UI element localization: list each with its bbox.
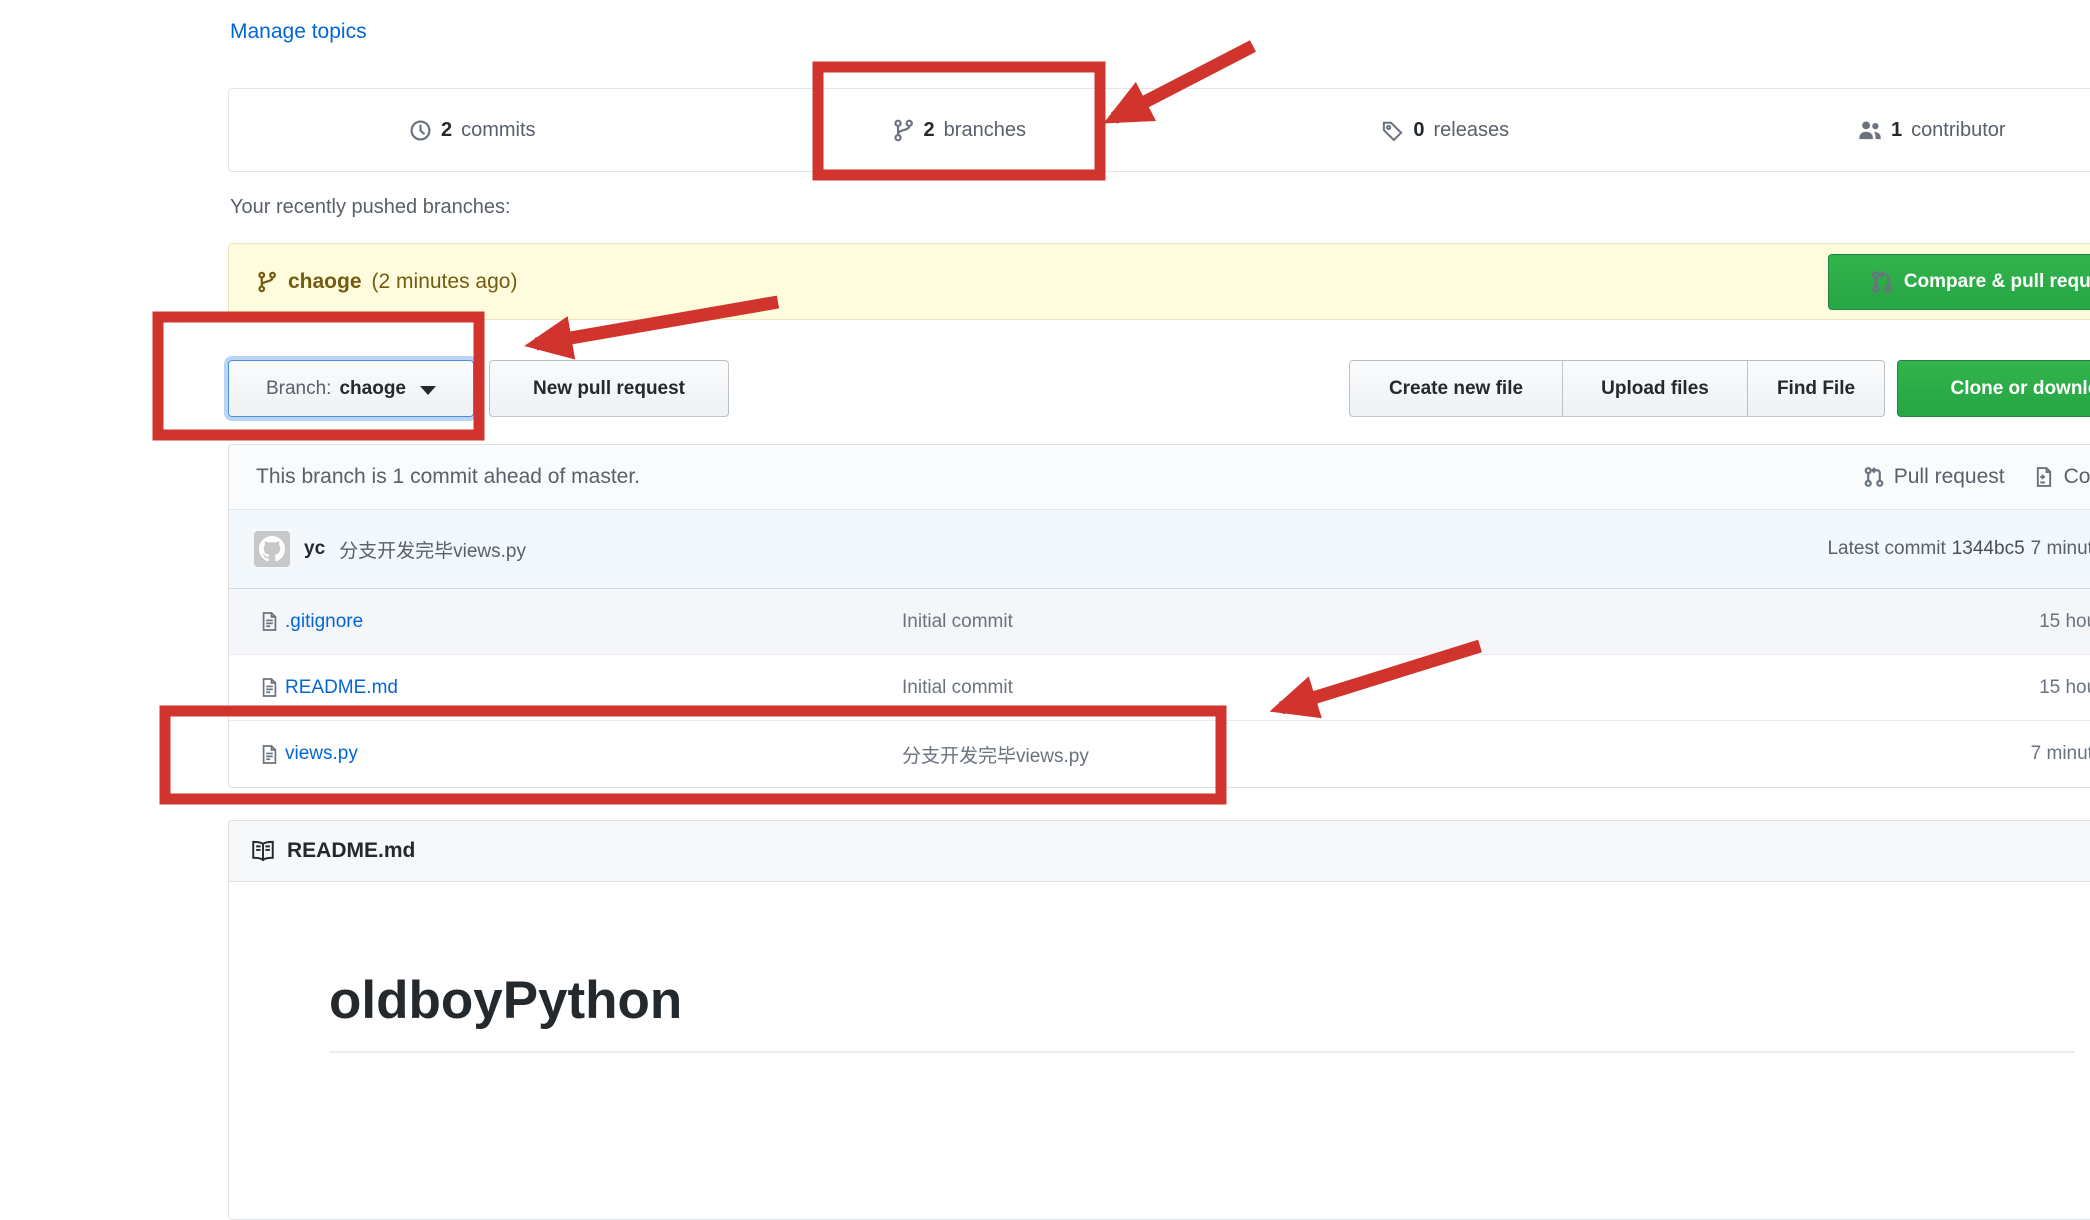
pushed-branch-name[interactable]: chaoge: [288, 270, 362, 294]
file-name-link[interactable]: README.md: [285, 677, 398, 698]
people-icon: [1858, 118, 1882, 142]
readme-section: README.md oldboyPython: [228, 820, 2090, 1220]
git-branch-icon: [256, 271, 278, 293]
recently-pushed-heading: Your recently pushed branches:: [230, 196, 511, 219]
latest-commit-meta: Latest commit 1344bc5 7 minutes ago: [1827, 538, 2090, 560]
commit-author[interactable]: yc: [304, 538, 325, 560]
stat-label: commits: [461, 119, 535, 142]
new-pull-request-button[interactable]: New pull request: [489, 360, 729, 417]
branch-selector-label: Branch:: [266, 378, 331, 400]
latest-commit-label: Latest commit: [1827, 538, 1945, 560]
readme-heading: oldboyPython: [329, 970, 2075, 1053]
compare-pull-request-label: Compare & pull request: [1904, 271, 2090, 293]
stat-commits[interactable]: 2 commits: [229, 89, 716, 171]
file-row: views.py 分支开发完毕views.py 7 minutes ago: [229, 721, 2090, 787]
file-toolbar: Create new file Upload files Find File C…: [1349, 360, 2090, 417]
latest-commit-time: 7 minutes ago: [2031, 538, 2090, 560]
stat-count: 1: [1891, 119, 1902, 142]
tag-icon: [1381, 119, 1404, 142]
stat-label: branches: [944, 119, 1026, 142]
file-commit-time: 7 minutes ago: [2005, 743, 2090, 765]
manage-topics-link[interactable]: Manage topics: [230, 20, 367, 44]
diff-icon: [2033, 466, 2055, 488]
latest-commit-row: yc 分支开发完毕views.py Latest commit 1344bc5 …: [229, 510, 2090, 589]
file-commit-time: 15 hours ago: [2005, 677, 2090, 699]
stat-count: 0: [1413, 119, 1424, 142]
files-container: This branch is 1 commit ahead of master.…: [228, 444, 2090, 788]
recently-pushed-banner: chaoge (2 minutes ago) Compare & pull re…: [228, 243, 2090, 320]
file-icon: [229, 744, 285, 765]
file-row: README.md Initial commit 15 hours ago: [229, 655, 2090, 721]
compare-link[interactable]: Compare: [2033, 465, 2090, 489]
git-pull-request-icon: [1863, 466, 1885, 488]
stat-branches[interactable]: 2 branches: [716, 89, 1203, 171]
file-commit-message[interactable]: 分支开发完毕views.py: [902, 746, 1089, 767]
compare-label: Compare: [2064, 465, 2090, 489]
find-file-button[interactable]: Find File: [1747, 360, 1885, 417]
readme-header: README.md: [229, 821, 2090, 882]
stat-releases[interactable]: 0 releases: [1202, 89, 1689, 171]
repo-summary-bar: 2 commits 2 branches 0 releases 1 contri…: [228, 88, 2090, 172]
stat-label: releases: [1434, 119, 1510, 142]
branch-ahead-text: This branch is 1 commit ahead of master.: [256, 465, 640, 489]
branch-selector[interactable]: Branch: chaoge: [228, 360, 474, 417]
pushed-branch-time: (2 minutes ago): [372, 270, 518, 294]
branch-ahead-notice: This branch is 1 commit ahead of master.…: [229, 445, 2090, 510]
file-commit-message[interactable]: Initial commit: [902, 611, 1013, 632]
stat-count: 2: [441, 119, 452, 142]
readme-filename: README.md: [287, 839, 415, 863]
history-icon: [409, 119, 432, 142]
stat-count: 2: [924, 119, 935, 142]
readme-body: oldboyPython: [229, 882, 2090, 1053]
branch-selector-value: chaoge: [339, 378, 406, 400]
file-name-link[interactable]: views.py: [285, 743, 358, 764]
clone-or-download-button[interactable]: Clone or download: [1897, 360, 2090, 417]
file-icon: [229, 611, 285, 632]
book-icon: [251, 839, 275, 863]
avatar[interactable]: [254, 531, 290, 567]
upload-files-button[interactable]: Upload files: [1562, 360, 1748, 417]
file-icon: [229, 677, 285, 698]
stat-label: contributor: [1911, 119, 2006, 142]
compare-pull-request-button[interactable]: Compare & pull request: [1828, 254, 2090, 310]
stat-contributors[interactable]: 1 contributor: [1689, 89, 2090, 171]
file-name-link[interactable]: .gitignore: [285, 611, 363, 632]
chevron-down-icon: [420, 386, 436, 395]
pull-request-label: Pull request: [1894, 465, 2005, 489]
file-commit-time: 15 hours ago: [2005, 611, 2090, 633]
commit-message[interactable]: 分支开发完毕views.py: [339, 536, 526, 563]
git-branch-icon: [892, 119, 915, 142]
create-new-file-button[interactable]: Create new file: [1349, 360, 1563, 417]
pull-request-link[interactable]: Pull request: [1863, 465, 2005, 489]
file-row: .gitignore Initial commit 15 hours ago: [229, 589, 2090, 655]
file-commit-message[interactable]: Initial commit: [902, 677, 1013, 698]
git-pull-request-icon: [1870, 270, 1894, 294]
commit-sha[interactable]: 1344bc5: [1952, 538, 2025, 560]
